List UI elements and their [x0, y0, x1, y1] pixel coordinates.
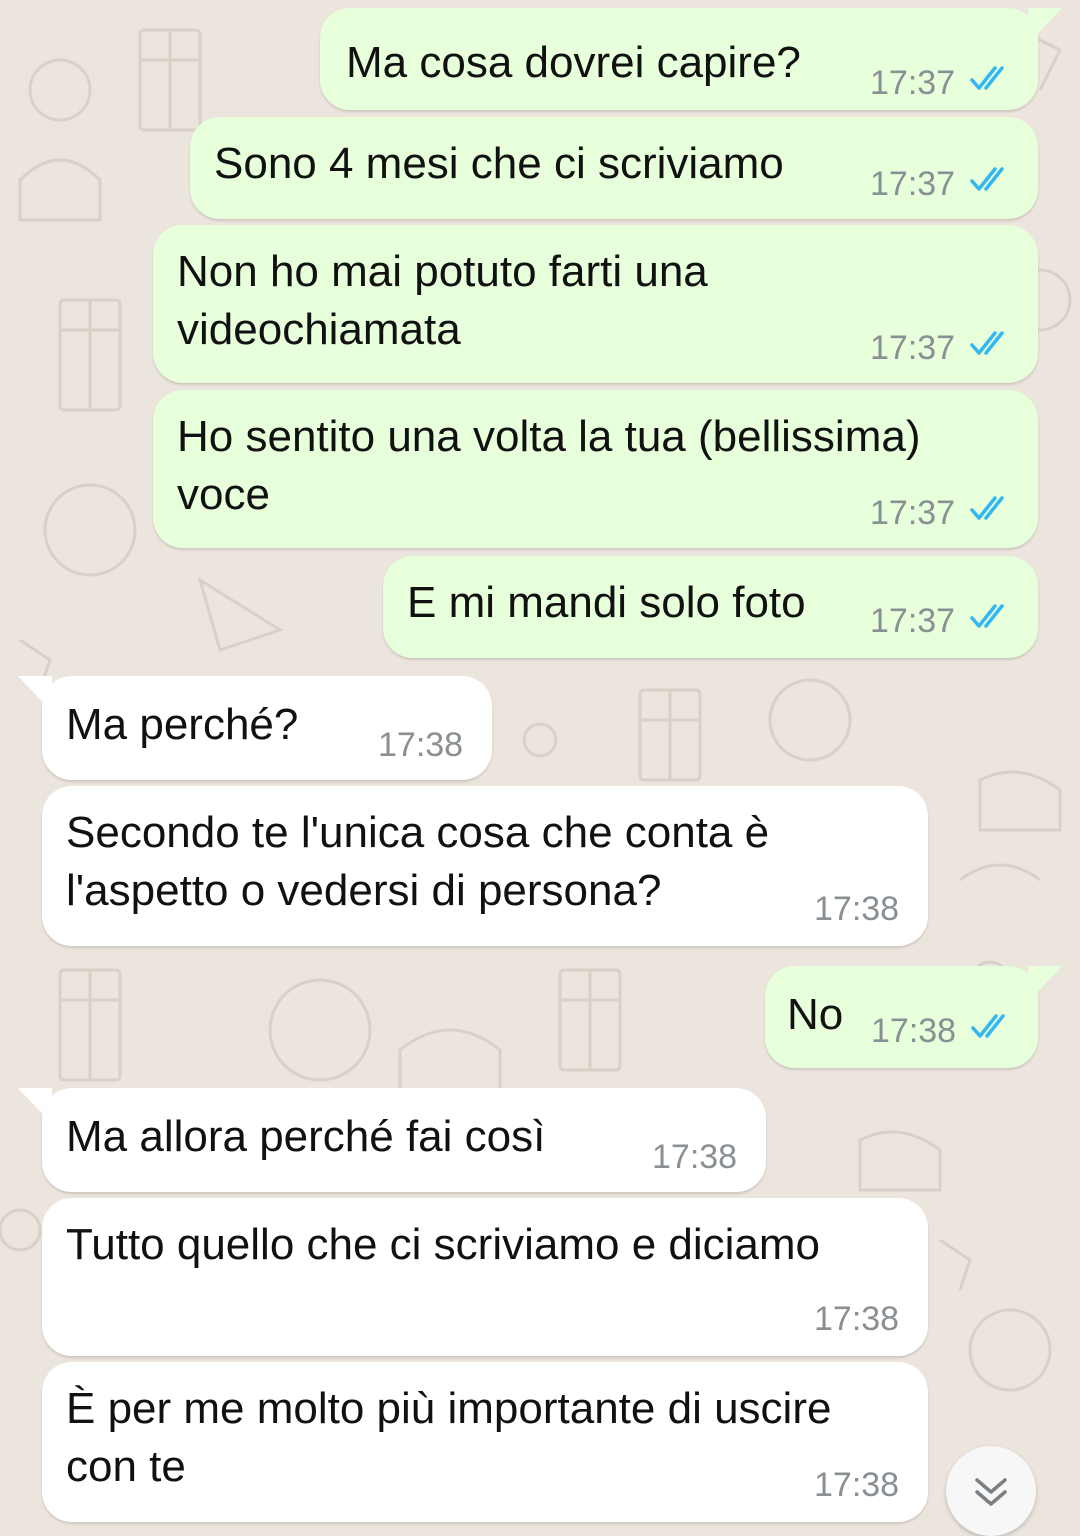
message-outgoing[interactable]: No 17:38	[765, 966, 1038, 1068]
message-text-line-2: con te	[66, 1442, 186, 1491]
message-timestamp: 17:37	[870, 494, 956, 532]
message-timestamp: 17:38	[378, 726, 464, 764]
scroll-to-bottom-button[interactable]	[946, 1446, 1036, 1536]
message-outgoing[interactable]: Ho sentito una volta la tua (bellissima)…	[153, 390, 1038, 548]
message-timestamp: 17:37	[870, 602, 956, 640]
message-outgoing[interactable]: Sono 4 mesi che ci scriviamo 17:37	[190, 117, 1038, 219]
message-text-line-1: È per me molto più importante di uscire	[66, 1384, 832, 1433]
double-check-icon	[970, 66, 1004, 90]
message-timestamp: 17:38	[814, 1300, 900, 1338]
message-text-line-2: videochiamata	[177, 305, 461, 354]
message-timestamp: 17:38	[814, 1466, 900, 1504]
message-outgoing[interactable]: E mi mandi solo foto 17:37	[383, 556, 1038, 658]
message-timestamp: 17:37	[870, 165, 956, 203]
double-check-icon	[971, 1014, 1005, 1038]
double-check-icon	[970, 604, 1004, 628]
message-text: E mi mandi solo foto	[407, 578, 806, 627]
message-text: Ma cosa dovrei capire?	[346, 38, 801, 87]
message-text-line-1: Ho sentito una volta la tua (bellissima)	[177, 412, 921, 461]
message-outgoing[interactable]: Non ho mai potuto farti una videochiamat…	[153, 225, 1038, 383]
double-check-icon	[970, 331, 1004, 355]
message-text: No	[787, 990, 844, 1039]
message-timestamp: 17:38	[652, 1138, 738, 1176]
message-text: Ma perché?	[66, 700, 299, 749]
message-outgoing[interactable]: Ma cosa dovrei capire? 17:37	[320, 8, 1038, 110]
message-incoming[interactable]: Ma allora perché fai così 17:38	[42, 1088, 766, 1192]
message-incoming[interactable]: Ma perché? 17:38	[42, 676, 492, 780]
message-incoming[interactable]: Secondo te l'unica cosa che conta è l'as…	[42, 786, 928, 946]
bubble-tail	[1028, 966, 1062, 1002]
message-text-line-2: l'aspetto o vedersi di persona?	[66, 866, 662, 915]
message-timestamp: 17:38	[871, 1012, 957, 1050]
double-check-icon	[970, 496, 1004, 520]
message-text-line-2: voce	[177, 470, 270, 519]
double-check-icon	[970, 167, 1004, 191]
message-text: Tutto quello che ci scriviamo e diciamo	[66, 1220, 821, 1269]
message-incoming[interactable]: È per me molto più importante di uscire …	[42, 1362, 928, 1522]
message-text-line-1: Secondo te l'unica cosa che conta è	[66, 808, 770, 857]
bubble-tail	[1028, 8, 1062, 44]
message-timestamp: 17:37	[870, 329, 956, 367]
message-text-line-1: Non ho mai potuto farti una	[177, 247, 708, 296]
message-timestamp: 17:38	[814, 890, 900, 928]
message-text: Sono 4 mesi che ci scriviamo	[214, 139, 784, 188]
message-text: Ma allora perché fai così	[66, 1112, 546, 1161]
chevron-double-down-icon	[975, 1478, 1007, 1506]
message-incoming[interactable]: Tutto quello che ci scriviamo e diciamo …	[42, 1198, 928, 1356]
message-timestamp: 17:37	[870, 64, 956, 102]
